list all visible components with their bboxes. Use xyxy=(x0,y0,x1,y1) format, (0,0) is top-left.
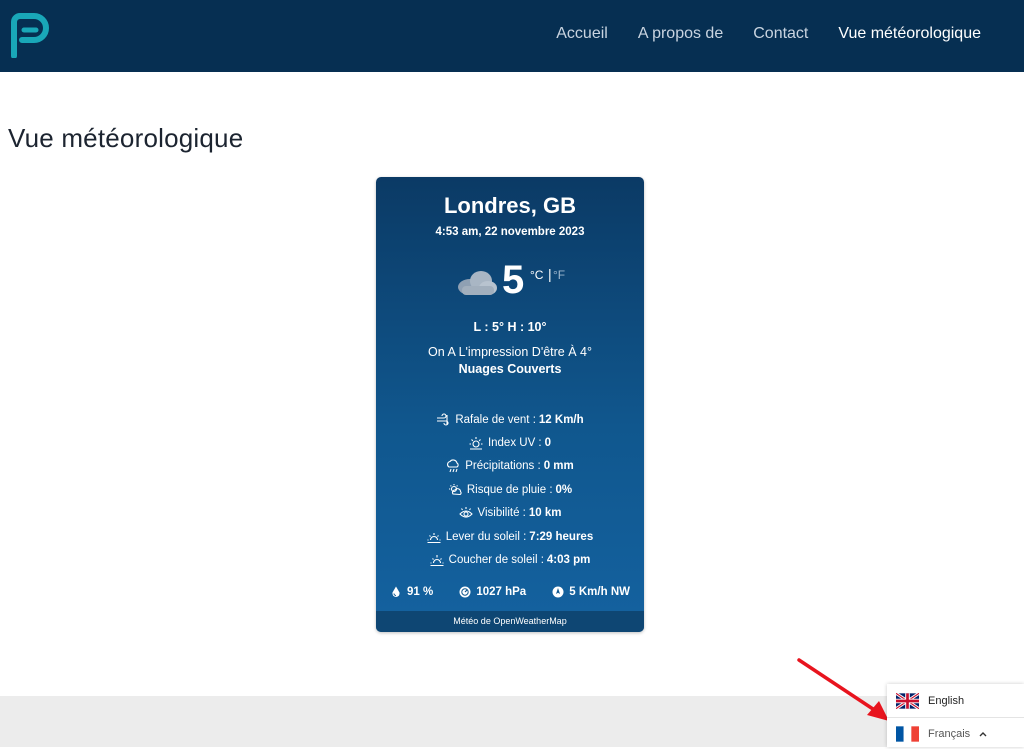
detail-label: Visibilité : xyxy=(477,507,526,520)
page-title: Vue météorologique xyxy=(8,123,244,153)
humidity-item: 91 % xyxy=(390,586,433,598)
humidity-value: 91 % xyxy=(407,586,434,598)
temperature-row: 5 °C | °F xyxy=(456,258,576,310)
pressure-value: 1027 hPa xyxy=(476,586,527,598)
site-logo-icon[interactable] xyxy=(8,12,52,58)
detail-sunset: Coucher de soleil : 4:03 pm xyxy=(376,548,644,571)
sunrise-icon xyxy=(427,532,441,543)
unit-celsius-toggle[interactable]: °C xyxy=(530,268,543,282)
detail-value: 0% xyxy=(555,483,573,496)
detail-value: 10 km xyxy=(528,507,562,520)
detail-value: 0 mm xyxy=(543,460,574,473)
language-option-english[interactable]: English xyxy=(887,685,1024,716)
detail-label: Lever du soleil : xyxy=(445,530,527,543)
unit-separator: | xyxy=(548,266,552,282)
nav-item-vue-meteo[interactable]: Vue météorologique xyxy=(838,24,981,44)
weather-datetime: 4:53 am, 22 novembre 2023 xyxy=(435,226,585,238)
red-arrow-annotation xyxy=(797,658,889,721)
nav-item-accueil[interactable]: Accueil xyxy=(556,24,608,44)
sunset-icon xyxy=(430,555,444,567)
detail-rain-chance: Risque de pluie : 0% xyxy=(376,478,644,501)
humidity-drop-icon xyxy=(392,586,400,597)
wind-item: 5 Km/h NW xyxy=(552,586,630,598)
detail-wind-gust: Rafale de vent : 12 Km/h xyxy=(376,408,644,431)
detail-value: 4:03 pm xyxy=(546,554,591,567)
france-flag-icon xyxy=(896,725,919,742)
detail-label: Rafale de vent : xyxy=(455,413,536,426)
weather-city: Londres, GB xyxy=(443,193,576,218)
detail-value: 7:29 heures xyxy=(529,530,594,543)
weather-description: Nuages Couverts xyxy=(458,362,562,376)
language-label: English xyxy=(928,694,965,707)
detail-sunrise: Lever du soleil : 7:29 heures xyxy=(376,525,644,548)
main-nav: Accueil A propos de Contact Vue météorol… xyxy=(556,24,981,44)
pressure-item: 1027 hPa xyxy=(459,586,526,598)
language-switcher: English Français xyxy=(887,684,1024,747)
weather-card: Londres, GB 4:53 am, 22 novembre 2023 5 … xyxy=(376,177,644,632)
weather-credit[interactable]: Météo de OpenWeatherMap xyxy=(376,611,644,632)
detail-label: Coucher de soleil : xyxy=(448,554,544,567)
pressure-gauge-icon xyxy=(459,586,471,598)
wind-value: 5 Km/h NW xyxy=(569,586,630,598)
low-high-temp: L : 5° H : 10° xyxy=(473,320,547,334)
detail-label: Risque de pluie : xyxy=(466,483,553,496)
detail-uv-index: Index UV : 0 xyxy=(376,431,644,454)
wind-direction-icon xyxy=(552,586,564,598)
detail-precipitation: Précipitations : 0 mm xyxy=(376,455,644,478)
nav-item-a-propos[interactable]: A propos de xyxy=(638,24,723,44)
detail-visibility: Visibilité : 10 km xyxy=(376,502,644,525)
weather-details: Rafale de vent : 12 Km/h Index UV : 0 Pr… xyxy=(376,408,644,572)
weather-summary-row: 91 % 1027 hPa 5 Km/h NW xyxy=(390,586,630,598)
unit-fahrenheit-toggle[interactable]: °F xyxy=(553,268,565,282)
nav-item-contact[interactable]: Contact xyxy=(753,24,808,44)
wind-icon xyxy=(437,413,449,426)
uk-flag-icon xyxy=(896,692,919,709)
language-current-french[interactable]: Français xyxy=(887,717,1024,749)
site-header: Accueil A propos de Contact Vue météorol… xyxy=(0,0,1024,72)
temperature-value: 5 xyxy=(502,258,525,302)
language-label: Français xyxy=(928,727,971,740)
detail-label: Index UV : xyxy=(487,437,542,450)
chevron-up-icon xyxy=(979,731,987,736)
visibility-icon xyxy=(458,507,473,518)
rain-chance-icon xyxy=(448,483,462,495)
detail-label: Précipitations : xyxy=(465,460,541,473)
feels-like: On A L'impression D'être À 4° xyxy=(427,345,592,359)
cloud-icon xyxy=(458,271,497,295)
detail-value: 0 xyxy=(544,437,552,450)
detail-value: 12 Km/h xyxy=(538,413,584,426)
uv-icon xyxy=(469,437,483,450)
precipitation-icon xyxy=(447,459,459,473)
